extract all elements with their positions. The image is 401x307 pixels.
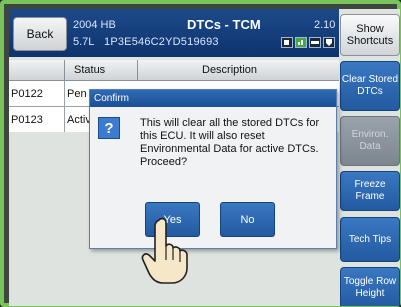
dtc-status: Pen bbox=[67, 88, 87, 100]
question-icon: ? bbox=[98, 117, 120, 139]
column-description[interactable]: Description bbox=[202, 64, 257, 76]
vehicle-year: 2004 HB bbox=[73, 19, 116, 31]
signal-icon bbox=[295, 37, 307, 48]
freeze-frame-button[interactable]: Freeze Frame bbox=[340, 171, 400, 211]
toggle-row-height-button[interactable]: Toggle Row Height bbox=[340, 267, 400, 306]
clear-stored-dtcs-button[interactable]: Clear Stored DTCs bbox=[340, 61, 400, 111]
dtc-status: Activ bbox=[67, 114, 91, 126]
dtc-code: P0122 bbox=[11, 88, 43, 100]
row-divider bbox=[64, 81, 65, 106]
back-button[interactable]: Back bbox=[13, 17, 67, 51]
table-header: Status Description bbox=[9, 60, 339, 81]
version-label: 2.10 bbox=[314, 19, 336, 31]
page-title: DTCs - TCM bbox=[187, 17, 261, 32]
screen: Back 2004 HB DTCs - TCM 2.10 5.7L 1P3E54… bbox=[9, 9, 400, 306]
column-divider bbox=[64, 60, 65, 80]
vehicle-icon bbox=[309, 37, 321, 48]
device-frame: Back 2004 HB DTCs - TCM 2.10 5.7L 1P3E54… bbox=[0, 0, 401, 307]
no-button[interactable]: No bbox=[220, 202, 275, 237]
column-status[interactable]: Status bbox=[74, 64, 105, 76]
column-divider bbox=[137, 60, 138, 80]
dialog-message: This will clear all the stored DTCs for … bbox=[140, 117, 320, 168]
dtc-code: P0123 bbox=[11, 114, 43, 126]
row-divider bbox=[64, 107, 65, 132]
engine-label: 5.7L bbox=[73, 36, 95, 48]
hand-pointer-icon bbox=[141, 217, 188, 284]
environ-data-button[interactable]: Environ. Data bbox=[340, 116, 400, 166]
dialog-title: Confirm bbox=[90, 90, 336, 107]
tech-tips-button[interactable]: Tech Tips bbox=[340, 217, 400, 262]
confirm-dialog: Confirm ? This will clear all the stored… bbox=[89, 89, 337, 249]
header-bar: Back 2004 HB DTCs - TCM 2.10 5.7L 1P3E54… bbox=[9, 9, 339, 57]
vin-label: 1P3E546C2YD519693 bbox=[104, 36, 219, 48]
shield-icon bbox=[323, 37, 335, 48]
battery-icon bbox=[281, 37, 293, 48]
show-shortcuts-button[interactable]: Show Shortcuts bbox=[340, 14, 400, 56]
status-icons bbox=[281, 37, 335, 48]
